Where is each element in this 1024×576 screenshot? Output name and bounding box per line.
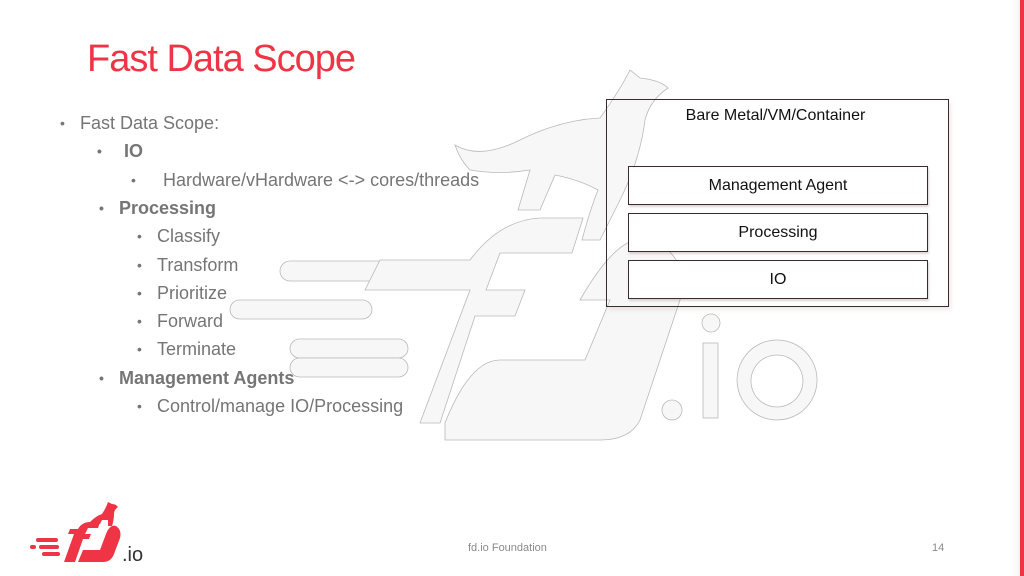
footer-text: fd.io Foundation (468, 542, 547, 554)
container-diagram: Bare Metal/VM/Container Management Agent… (606, 99, 949, 307)
bullet-text: Terminate (157, 339, 237, 359)
layer-management-agent: Management Agent (628, 166, 928, 205)
layer-io: IO (628, 260, 928, 299)
bullet-text: Fast Data Scope: (80, 113, 220, 133)
bullet-item: • Fast Data Scope: (60, 112, 220, 134)
bullet-text: Transform (157, 255, 239, 275)
bullet-dot-icon: • (97, 143, 102, 159)
bullet-dot-icon: • (60, 115, 65, 131)
bullet-item: • Prioritize (137, 282, 228, 304)
bullet-text: Forward (157, 311, 224, 331)
bullet-dot-icon: • (137, 228, 142, 244)
bullet-dot-icon: • (137, 257, 142, 273)
bullet-dot-icon: • (137, 398, 142, 414)
bullet-text: Processing (119, 198, 217, 218)
bullet-item: • Hardware/vHardware <-> cores/threads (131, 169, 480, 191)
bullet-dot-icon: • (99, 200, 104, 216)
bullet-item: • Forward (137, 310, 224, 332)
bullet-text: IO (124, 141, 144, 161)
bullet-dot-icon: • (99, 370, 104, 386)
bullet-text: Prioritize (157, 283, 228, 303)
bullet-item: • Control/manage IO/Processing (137, 395, 404, 417)
right-accent-bar (1020, 0, 1024, 576)
bullet-text: Classify (157, 226, 221, 246)
slide-title: Fast Data Scope (87, 38, 356, 80)
bullet-dot-icon: • (137, 285, 142, 301)
bullet-dot-icon: • (137, 313, 142, 329)
bullet-text: Hardware/vHardware <-> cores/threads (163, 170, 480, 190)
bullet-dot-icon: • (131, 172, 136, 188)
container-label: Bare Metal/VM/Container (685, 107, 866, 124)
bullet-item: • Management Agents (99, 367, 295, 389)
logo-text: .io (122, 544, 143, 566)
fdio-logo-icon: .io (30, 502, 143, 566)
bullet-item: • Transform (137, 254, 239, 276)
bullet-item: • Terminate (137, 338, 237, 360)
bullet-text: Management Agents (119, 368, 295, 388)
right-edge-shadow (1010, 0, 1020, 576)
bullet-item: • IO (97, 140, 144, 162)
bullet-item: • Classify (137, 225, 221, 247)
bullet-item: • Processing (99, 197, 217, 219)
layer-processing: Processing (628, 213, 928, 252)
bullet-text: Control/manage IO/Processing (157, 396, 404, 416)
page-number: 14 (932, 542, 945, 554)
bullet-dot-icon: • (137, 341, 142, 357)
